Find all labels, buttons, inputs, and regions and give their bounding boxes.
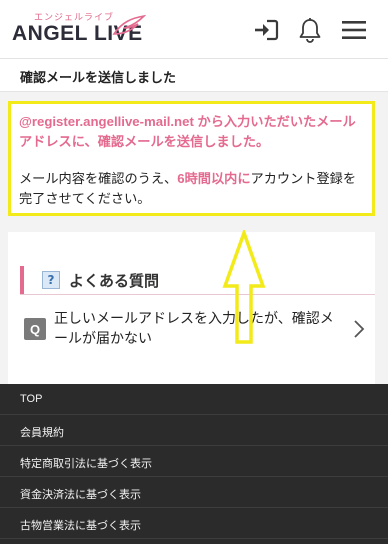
footer-link-label: 資金決済法に基づく表示 xyxy=(20,489,141,501)
faq-title: よくある質問 xyxy=(69,271,160,290)
faq-item[interactable]: Q 正しいメールアドレスを入力したが、確認メールが届かない xyxy=(8,298,375,358)
footer-link-top[interactable]: TOP xyxy=(0,384,388,415)
question-icon: ? xyxy=(42,271,60,289)
footer-link-label: 会員規約 xyxy=(20,427,64,439)
bell-icon[interactable] xyxy=(296,16,324,44)
footer-link-label: 特定商取引法に基づく表示 xyxy=(20,458,152,470)
footer-link-label: TOP xyxy=(20,393,43,405)
footer: TOP 会員規約 特定商取引法に基づく表示 資金決済法に基づく表示 古物営業法に… xyxy=(0,384,388,544)
faq-section: ? よくある質問 Q 正しいメールアドレスを入力したが、確認メールが届かない xyxy=(8,232,375,384)
chevron-right-icon xyxy=(354,320,365,338)
divider xyxy=(20,294,375,295)
login-icon[interactable] xyxy=(252,16,280,44)
faq-question: 正しいメールアドレスを入力したが、確認メールが届かない xyxy=(54,310,334,346)
q-badge: Q xyxy=(24,318,46,340)
confirmation-message: @register.angellive-mail.net から入力いただいたメー… xyxy=(8,101,375,216)
footer-link-antique-law[interactable]: 古物営業法に基づく表示 xyxy=(0,508,388,539)
sent-message: @register.angellive-mail.net から入力いただいたメー… xyxy=(19,114,356,149)
menu-icon[interactable] xyxy=(340,16,368,44)
wing-icon xyxy=(112,14,146,35)
footer-link-commerce-law[interactable]: 特定商取引法に基づく表示 xyxy=(0,446,388,477)
page-title: 確認メールを送信しました xyxy=(20,71,177,86)
footer-link-terms[interactable]: 会員規約 xyxy=(0,415,388,446)
arrow-up-annotation xyxy=(222,230,266,344)
page-title-bar: 確認メールを送信しました xyxy=(0,58,388,92)
time-limit-emphasis: 6時間以内に xyxy=(177,171,251,186)
faq-heading: ? よくある質問 xyxy=(20,266,159,294)
header: エンジェルライブ ANGEL LIVE xyxy=(0,0,388,58)
angel-live-logo[interactable]: エンジェルライブ ANGEL LIVE xyxy=(12,10,152,50)
instruction-text-before: メール内容を確認のうえ、 xyxy=(19,171,178,186)
instruction-message: メール内容を確認のうえ、6時間以内にアカウント登録を完了させてください。 xyxy=(19,169,364,209)
footer-link-payment-law[interactable]: 資金決済法に基づく表示 xyxy=(0,477,388,508)
footer-link-label: 古物営業法に基づく表示 xyxy=(20,520,141,532)
